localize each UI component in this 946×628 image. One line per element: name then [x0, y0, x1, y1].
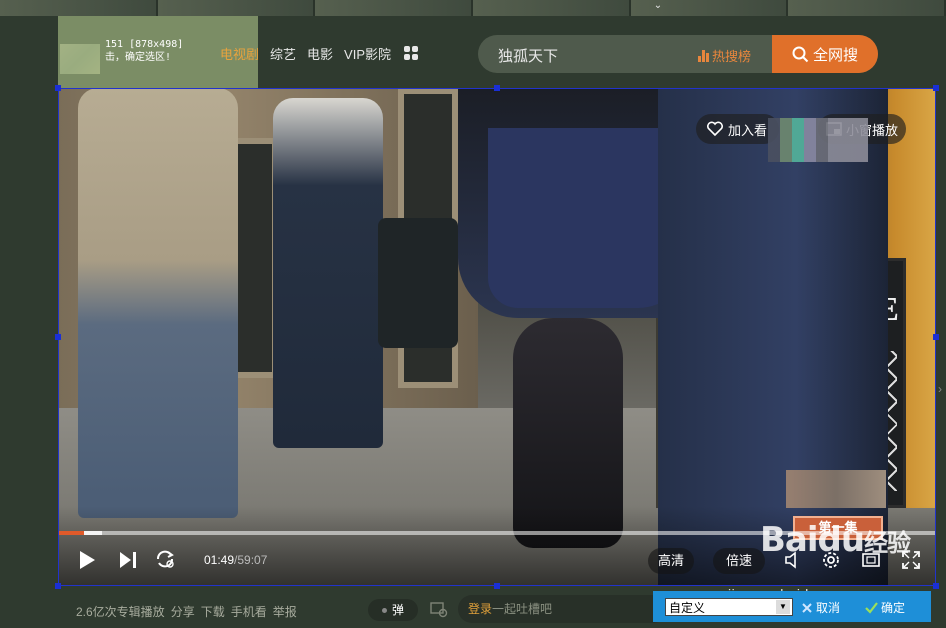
danmaku-toggle[interactable]: 弹 — [368, 599, 418, 621]
resize-handle[interactable] — [933, 85, 939, 91]
capture-mode-select[interactable]: 自定义 ▼ — [665, 598, 793, 616]
duration: /59:07 — [234, 553, 268, 567]
video-frame-person — [78, 88, 238, 518]
next-episode-icon[interactable] — [118, 551, 138, 569]
progress-buffered — [84, 531, 102, 535]
nav-item-tv[interactable]: 电视剧 — [220, 44, 259, 63]
danmaku-input[interactable]: 登录一起吐槽吧 — [458, 595, 668, 623]
capture-ok-label: 确定 — [881, 601, 906, 615]
share-link[interactable]: 分享 — [171, 603, 195, 620]
quality-button[interactable]: 高清 — [648, 548, 694, 574]
speed-button[interactable]: 倍速 — [713, 548, 765, 574]
progress-played — [58, 531, 85, 535]
chevron-right-icon[interactable]: › — [938, 382, 942, 396]
search-button[interactable]: 全网搜 — [772, 35, 878, 73]
watermark-brand: Baidu — [760, 520, 865, 560]
resize-handle[interactable] — [55, 334, 61, 340]
hot-search-label: 热搜榜 — [712, 49, 752, 64]
danmaku-label: 弹 — [391, 603, 404, 617]
thumbnail[interactable] — [157, 0, 316, 16]
mobile-watch-link[interactable]: 手机看 — [231, 603, 267, 620]
hot-chart-icon — [698, 49, 709, 62]
resize-handle[interactable] — [933, 583, 939, 589]
search-bar: 独孤天下 热搜榜 全网搜 — [478, 35, 878, 73]
check-icon — [865, 601, 878, 614]
cancel-icon — [802, 602, 812, 613]
resize-handle[interactable] — [55, 85, 61, 91]
search-icon — [792, 46, 809, 62]
thumbnail[interactable] — [788, 0, 946, 16]
heart-plus-icon — [707, 121, 723, 137]
nav-item-vip[interactable]: VIP影院 — [344, 44, 391, 63]
video-player[interactable]: REE 加入看 小窗播放 第一集 01:49/59:07 高清 倍速 — [58, 88, 936, 586]
thumbnail[interactable] — [315, 0, 474, 16]
login-link[interactable]: 登录 — [468, 602, 492, 616]
search-input[interactable]: 独孤天下 — [498, 45, 558, 66]
play-icon[interactable] — [78, 550, 96, 570]
hot-search-link[interactable]: 热搜榜 — [698, 46, 751, 65]
dropdown-caret-icon: ▼ — [776, 600, 790, 614]
report-link[interactable]: 举报 — [273, 603, 297, 620]
grid-icon[interactable] — [404, 46, 418, 60]
play-count: 2.6亿次专辑播放 — [76, 605, 165, 619]
nav-item-movie[interactable]: 电影 — [307, 44, 333, 63]
thumbnail[interactable] — [0, 0, 158, 16]
selection-dimension-text: 151 [878x498] 击，确定选区! — [105, 39, 184, 63]
add-watch-label: 加入看 — [728, 122, 768, 138]
add-to-watchlist-button[interactable]: 加入看 — [696, 114, 780, 144]
capture-confirm-button[interactable]: 确定 — [865, 599, 905, 616]
thumbnail[interactable] — [473, 0, 631, 16]
watermark-cn: 经验 — [864, 529, 911, 557]
download-link[interactable]: 下载 — [201, 603, 225, 620]
capture-cancel-button[interactable]: 取消 — [801, 599, 840, 616]
search-button-label: 全网搜 — [812, 46, 858, 64]
video-info-bar: 2.6亿次专辑播放 分享 下载 手机看 举报 — [76, 603, 297, 620]
mosaic-blur — [768, 118, 868, 162]
capture-toolbar: 自定义 ▼ 取消 确定 — [653, 591, 931, 622]
capture-mode-value: 自定义 — [669, 601, 706, 615]
mosaic-blur — [786, 470, 886, 508]
video-frame-bag — [378, 218, 458, 348]
top-nav: 电视剧 综艺 电影 VIP影院 — [220, 44, 402, 63]
playback-time: 01:49/59:07 — [204, 553, 267, 567]
resize-handle[interactable] — [494, 85, 500, 91]
toggle-dot — [381, 608, 387, 614]
resize-handle[interactable] — [55, 583, 61, 589]
nav-item-variety[interactable]: 综艺 — [270, 44, 296, 63]
video-frame-person — [273, 98, 383, 448]
danmaku-settings-icon[interactable] — [430, 600, 448, 618]
resize-handle[interactable] — [933, 334, 939, 340]
chevron-down-icon[interactable]: ⌄ — [650, 0, 666, 14]
current-time: 01:49 — [204, 553, 235, 567]
thumbnail-strip — [0, 0, 946, 16]
baidu-watermark: Baidu经验 — [760, 520, 911, 560]
danmaku-placeholder: 一起吐槽吧 — [492, 602, 553, 616]
capture-cancel-label: 取消 — [816, 601, 841, 615]
loop-icon[interactable] — [154, 548, 176, 570]
resize-handle[interactable] — [494, 583, 500, 589]
